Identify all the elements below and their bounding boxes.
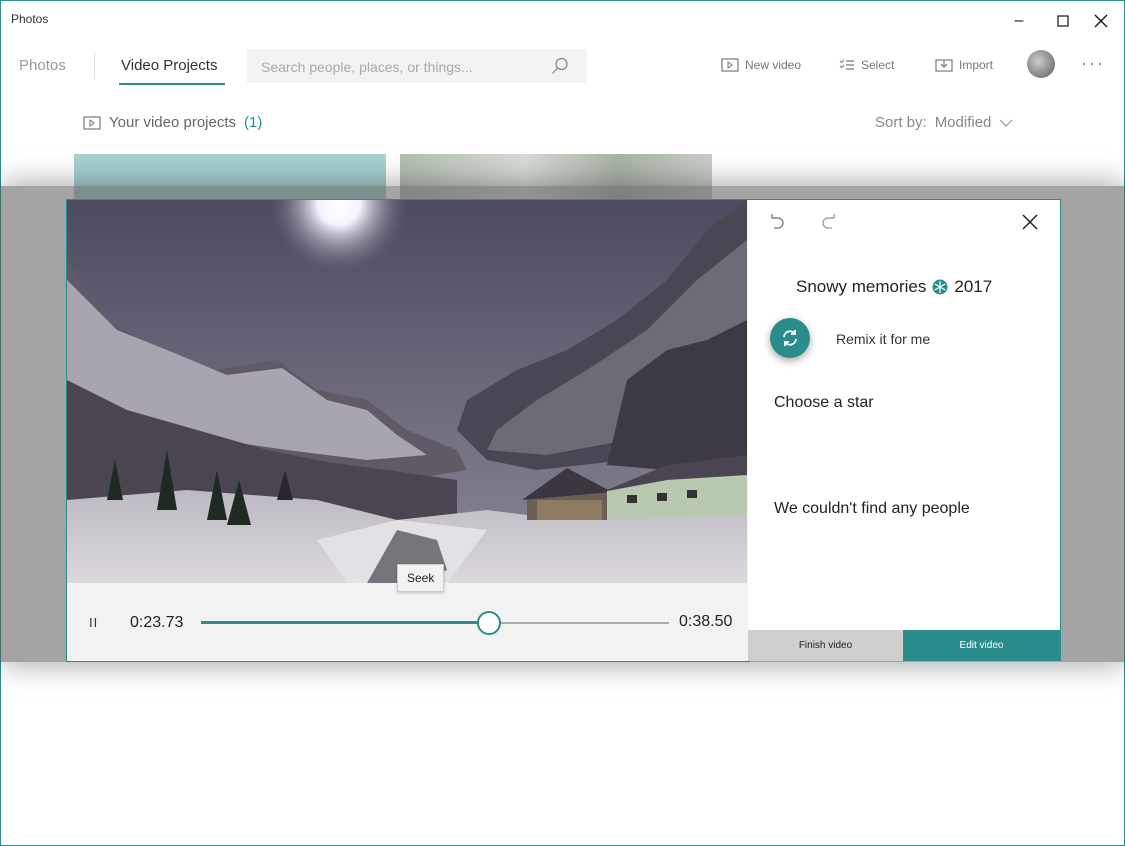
seek-bar-progress <box>201 621 490 624</box>
sort-value: Modified <box>934 114 992 131</box>
finish-video-button[interactable]: Finish video <box>748 630 903 661</box>
video-project-icon <box>83 115 101 130</box>
more-options-icon[interactable]: ··· <box>1081 53 1105 74</box>
mountain-scene-image <box>67 200 747 583</box>
nav-bar: Photos Video Projects New video Select <box>1 45 1124 87</box>
project-title-text: Snowy memories <box>796 277 927 296</box>
seek-tooltip: Seek <box>397 564 445 592</box>
projects-header-label: Your video projects <box>109 114 237 131</box>
seek-bar[interactable] <box>201 611 669 635</box>
minimize-icon: – <box>1014 12 1024 29</box>
current-time: 0:23.73 <box>130 614 184 631</box>
new-video-button[interactable]: New video <box>721 58 801 72</box>
close-window-button[interactable] <box>1079 7 1123 35</box>
pause-button[interactable]: II <box>89 615 98 630</box>
close-icon[interactable] <box>1020 212 1040 232</box>
title-bar: Photos – <box>1 1 1124 39</box>
chevron-down-icon <box>999 119 1013 127</box>
tab-photos[interactable]: Photos <box>19 57 66 74</box>
seek-handle[interactable] <box>477 611 502 635</box>
video-frame[interactable] <box>67 200 747 583</box>
tab-video-projects[interactable]: Video Projects <box>121 57 217 74</box>
app-title: Photos <box>11 12 49 26</box>
avatar[interactable] <box>1027 50 1055 78</box>
project-title: Snowy memories 2017 <box>796 277 992 297</box>
import-icon <box>935 59 953 72</box>
close-icon <box>1094 14 1108 28</box>
sort-dropdown[interactable]: Sort by: Modified <box>875 114 1013 131</box>
projects-header: Your video projects (1) <box>83 114 262 131</box>
no-people-message: We couldn't find any people <box>774 500 970 517</box>
maximize-icon <box>1057 15 1069 27</box>
choose-star-heading: Choose a star <box>774 394 874 411</box>
snowflake-icon <box>932 279 948 295</box>
remix-button[interactable] <box>770 318 810 358</box>
nav-separator <box>94 53 95 79</box>
playback-controls: II 0:23.73 0:38.50 Seek <box>67 564 747 661</box>
new-video-label: New video <box>745 58 802 72</box>
search-icon[interactable] <box>551 57 569 75</box>
search-box <box>247 49 587 85</box>
search-input[interactable] <box>247 49 553 85</box>
edit-video-button[interactable]: Edit video <box>903 630 1060 661</box>
total-time: 0:38.50 <box>679 613 733 630</box>
select-icon <box>839 59 854 70</box>
remix-icon <box>783 330 797 346</box>
import-label: Import <box>959 58 994 72</box>
undo-icon[interactable] <box>766 212 786 232</box>
select-button[interactable]: Select <box>839 58 894 72</box>
select-label: Select <box>861 58 895 72</box>
active-tab-indicator <box>119 83 225 85</box>
projects-count: (1) <box>244 114 263 131</box>
remix-label[interactable]: Remix it for me <box>836 331 930 347</box>
minimize-button[interactable]: – <box>997 7 1041 35</box>
editor-panel: Snowy memories 2017 Remix it for me Choo… <box>748 199 1061 661</box>
import-button[interactable]: Import <box>935 58 993 72</box>
video-player: II 0:23.73 0:38.50 Seek <box>66 199 750 662</box>
project-year: 2017 <box>954 277 993 296</box>
new-video-icon <box>721 58 739 72</box>
redo-icon[interactable] <box>820 212 840 232</box>
sort-label: Sort by: <box>875 114 927 131</box>
